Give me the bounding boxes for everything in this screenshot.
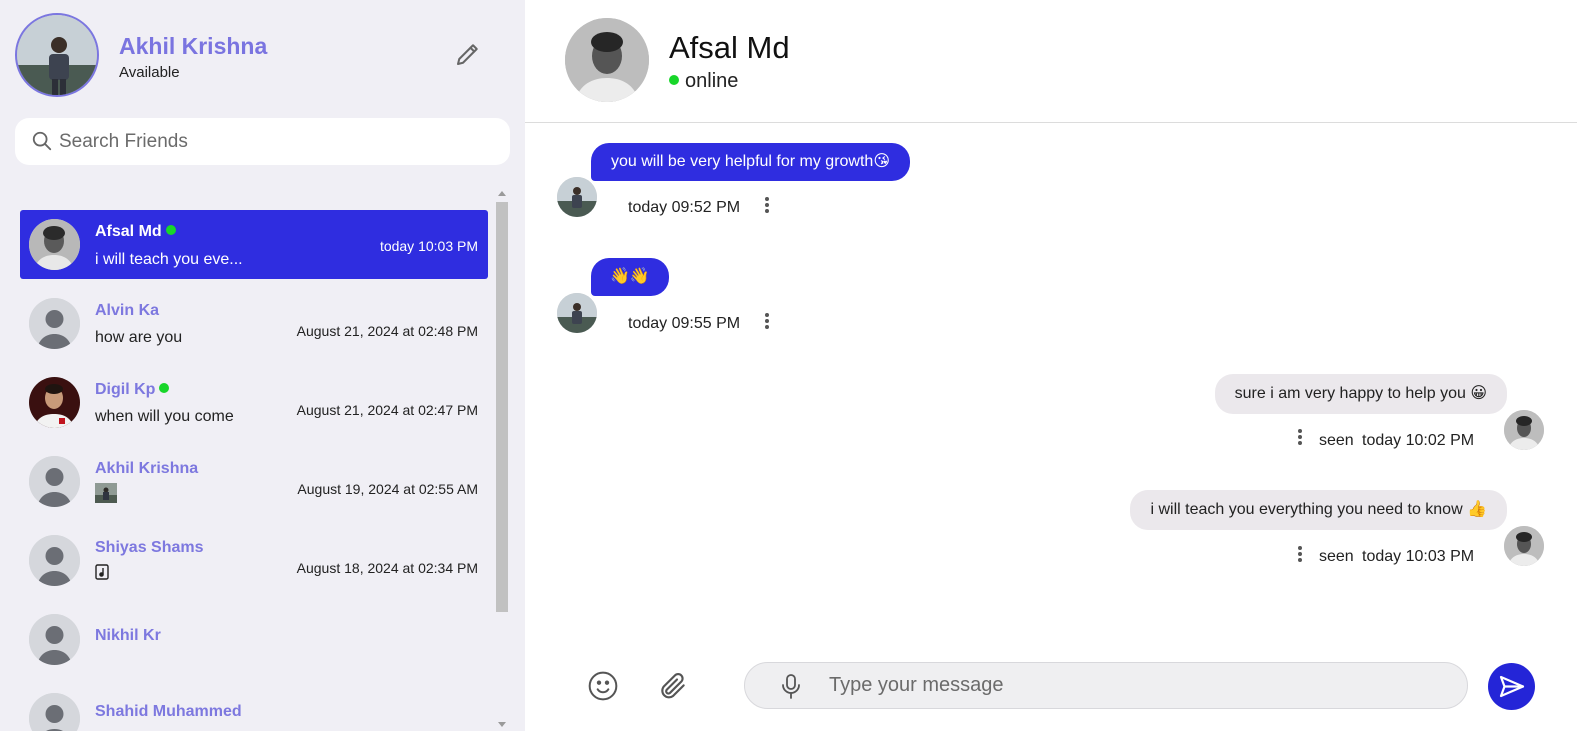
default-avatar-icon: [29, 298, 80, 349]
contact-status: online: [669, 70, 738, 93]
scrollbar-thumb[interactable]: [496, 202, 508, 612]
paperclip-icon: [661, 672, 685, 699]
image-thumbnail-icon: [95, 483, 117, 508]
document-icon: [95, 564, 109, 585]
message-options-icon[interactable]: [763, 313, 771, 333]
friend-item-shiyas-shams[interactable]: Shiyas Shams August 18, 2024 at 02:34 PM: [20, 526, 488, 605]
online-indicator: [159, 383, 170, 393]
message-bubble-incoming[interactable]: 👋👋: [591, 258, 669, 296]
search-bar: [15, 118, 510, 165]
read-receipt: seen: [1319, 548, 1354, 565]
chat-header: Afsal Md online: [525, 0, 1577, 123]
message-composer: [525, 640, 1577, 731]
user-name: Akhil Krishna: [119, 33, 268, 59]
friend-name: Nikhil Kr: [95, 627, 161, 644]
scroll-up-arrow[interactable]: [498, 191, 506, 196]
message-options-icon[interactable]: [1296, 429, 1304, 449]
sender-avatar: [557, 293, 597, 333]
friend-last-message: how are you: [95, 329, 183, 346]
message-time: today 09:55 PM: [628, 315, 741, 332]
recipient-avatar: [1504, 526, 1544, 566]
message-bubble-incoming[interactable]: you will be very helpful for my growth😘: [591, 143, 911, 181]
message-options-icon[interactable]: [763, 197, 771, 217]
smiley-icon: [588, 671, 618, 701]
user-profile: Akhil Krishna Available: [15, 13, 510, 99]
friend-item-digil-kp[interactable]: Digil Kp when will you come August 21, 2…: [20, 368, 488, 447]
friend-item-nikhil-kr[interactable]: Nikhil Kr: [20, 605, 488, 684]
online-indicator: [165, 225, 176, 235]
friend-name: Shahid Muhammed: [95, 703, 242, 720]
sender-avatar: [557, 177, 597, 217]
user-status: Available: [119, 64, 180, 81]
friend-name: Alvin Ka: [95, 302, 160, 319]
chat-panel: Afsal Md online you will be very helpful…: [525, 0, 1577, 731]
recipient-avatar: [1504, 410, 1544, 450]
message-time: today 10:02 PM: [1362, 432, 1475, 449]
pencil-icon: [457, 44, 478, 65]
message-time: today 10:03 PM: [1362, 548, 1475, 565]
message-bubble-outgoing[interactable]: i will teach you everything you need to …: [1130, 490, 1507, 530]
friend-name: Akhil Krishna: [95, 460, 199, 477]
microphone-icon[interactable]: [779, 673, 803, 699]
message-input-wrapper: [744, 662, 1468, 709]
message-bubble-outgoing[interactable]: sure i am very happy to help you 😀: [1214, 374, 1507, 414]
send-icon: [1499, 675, 1525, 698]
search-icon: [32, 131, 52, 151]
contact-avatar[interactable]: [565, 18, 649, 102]
friend-name: Afsal Md: [95, 223, 176, 241]
friend-item-alvin-ka[interactable]: Alvin Ka how are you August 21, 2024 at …: [20, 289, 488, 368]
friends-list: Afsal Md i will teach you eve... today 1…: [20, 210, 488, 731]
sidebar: Akhil Krishna Available Search Friends A…: [0, 0, 525, 731]
chat-app: Akhil Krishna Available Search Friends A…: [0, 0, 1577, 731]
friend-item-shahid-muhammed[interactable]: Shahid Muhammed: [20, 684, 488, 731]
scroll-down-arrow[interactable]: [498, 722, 506, 727]
friend-time: August 18, 2024 at 02:34 PM: [296, 560, 478, 576]
friend-time: today 10:03 PM: [379, 238, 478, 254]
message-options-icon[interactable]: [1296, 546, 1304, 566]
attach-button[interactable]: [657, 670, 689, 702]
emoji-button[interactable]: [587, 670, 619, 702]
contact-name: Afsal Md: [669, 30, 790, 65]
friend-name: Shiyas Shams: [95, 539, 204, 556]
friend-name: Digil Kp: [95, 381, 170, 399]
friend-item-akhil-krishna[interactable]: Akhil Krishna August 19, 2024 at 02:55 A…: [20, 447, 488, 526]
friend-last-message: i will teach you eve...: [95, 251, 243, 268]
friend-avatar: [29, 377, 80, 428]
send-button[interactable]: [1488, 663, 1535, 710]
default-avatar-icon: [29, 535, 80, 586]
friend-time: August 21, 2024 at 02:47 PM: [296, 402, 478, 418]
online-indicator: [669, 75, 679, 85]
read-receipt: seen: [1319, 432, 1354, 449]
friend-last-message: when will you come: [95, 408, 234, 425]
default-avatar-icon: [29, 614, 80, 665]
friend-time: August 19, 2024 at 02:55 AM: [297, 481, 478, 497]
default-avatar-icon: [29, 693, 80, 731]
friend-item-afsal-md[interactable]: Afsal Md i will teach you eve... today 1…: [20, 210, 488, 279]
friend-time: August 21, 2024 at 02:48 PM: [296, 323, 478, 339]
friend-avatar: [29, 219, 80, 270]
user-avatar[interactable]: [15, 13, 99, 97]
message-time: today 09:52 PM: [628, 199, 741, 216]
message-input[interactable]: [829, 663, 1449, 708]
default-avatar-icon: [29, 456, 80, 507]
search-input[interactable]: [59, 118, 499, 165]
edit-profile-button[interactable]: [453, 39, 483, 69]
